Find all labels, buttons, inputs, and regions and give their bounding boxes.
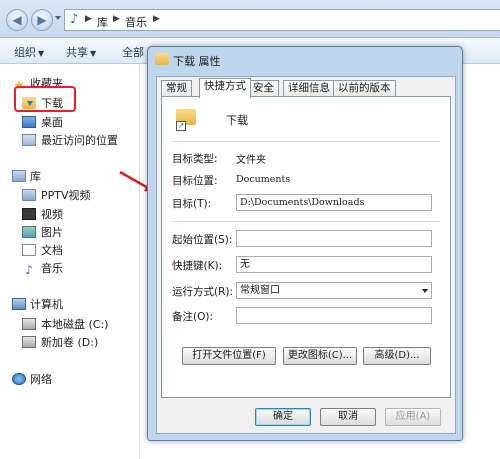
cancel-button[interactable]: 取消 (320, 408, 376, 426)
open-file-location-button[interactable]: 打开文件位置(F) (182, 347, 276, 365)
run-label: 运行方式(R): (172, 286, 234, 298)
tab-general[interactable]: 常规 (161, 80, 192, 97)
divider (172, 141, 440, 142)
target-location-value: Documents (236, 174, 291, 185)
folder-icon (155, 53, 169, 65)
target-type-label: 目标类型: (172, 153, 218, 165)
change-icon-button[interactable]: 更改图标(C)... (283, 347, 357, 365)
comment-field[interactable] (236, 307, 432, 324)
properties-dialog: 下载 属性 常规 快捷方式 安全 详细信息 以前的版本 ↗ 下载 目标类型: 文… (147, 46, 463, 441)
target-location-label: 目标位置: (172, 175, 218, 187)
shortcut-key-field[interactable]: 无 (236, 256, 432, 273)
target-field[interactable]: D:\Documents\Downloads (236, 194, 432, 211)
target-type-value: 文件夹 (236, 155, 266, 166)
apply-button[interactable]: 应用(A) (385, 408, 441, 426)
tab-shortcut[interactable]: 快捷方式 (199, 78, 251, 98)
dialog-body: 常规 快捷方式 安全 详细信息 以前的版本 ↗ 下载 目标类型: 文件夹 目标位… (156, 76, 456, 434)
tab-previous-versions[interactable]: 以前的版本 (333, 80, 396, 97)
start-in-field[interactable] (236, 230, 432, 247)
comment-label: 备注(O): (172, 311, 213, 323)
tab-security[interactable]: 安全 (248, 80, 279, 97)
shortcut-name: 下载 (226, 114, 248, 127)
dialog-title-bar[interactable]: 下载 属性 (148, 47, 462, 73)
chevron-down-icon (422, 289, 428, 293)
tab-details[interactable]: 详细信息 (283, 80, 335, 97)
shortcut-arrow-icon: ↗ (176, 121, 186, 131)
shortcut-key-label: 快捷键(K): (172, 260, 223, 272)
advanced-button[interactable]: 高级(D)... (363, 347, 431, 365)
shortcut-tab-panel: ↗ 下载 目标类型: 文件夹 目标位置: Documents 目标(T): D:… (161, 96, 451, 398)
target-label: 目标(T): (172, 198, 212, 210)
start-in-label: 起始位置(S): (172, 234, 233, 246)
dialog-title: 下载 属性 (173, 55, 221, 68)
ok-button[interactable]: 确定 (255, 408, 311, 426)
divider (172, 221, 440, 222)
run-select[interactable]: 常规窗口 (236, 282, 432, 299)
run-select-value: 常规窗口 (240, 285, 280, 296)
